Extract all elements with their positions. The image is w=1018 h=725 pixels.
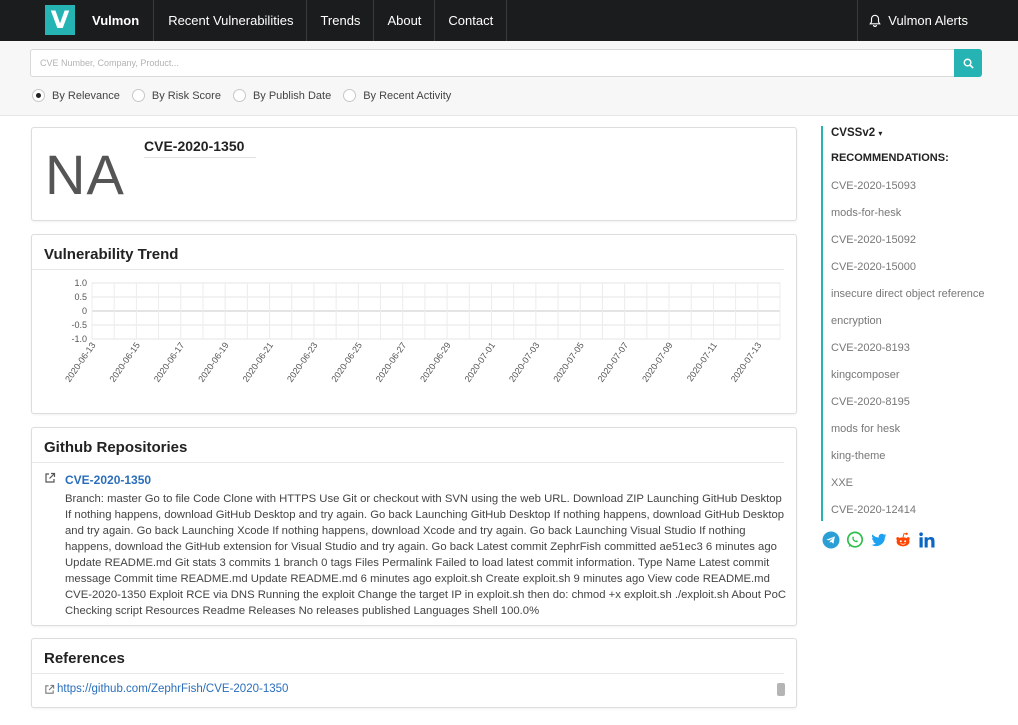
- recommendation-item[interactable]: CVE-2020-8195: [831, 395, 984, 422]
- radio-unselected[interactable]: [131, 89, 145, 102]
- recommendations-list: CVE-2020-15093 mods-for-hesk CVE-2020-1509…: [831, 179, 984, 530]
- radio-selected[interactable]: [32, 89, 45, 102]
- caret-down-icon: ▾: [878, 129, 883, 138]
- nav-trends[interactable]: Trends: [307, 0, 375, 41]
- nav-contact[interactable]: Contact: [435, 0, 508, 41]
- repo-link[interactable]: CVE-2020-1350: [65, 473, 151, 487]
- sort-options: By Relevance By Risk Score By Publish Da…: [32, 89, 463, 102]
- vulnerability-trend-card: Vulnerability Trend 1.0 0.5 0 -0.5 -1.0 2020-…: [31, 234, 797, 414]
- recommendation-item[interactable]: encryption: [831, 314, 984, 341]
- recommendation-item[interactable]: XXE: [831, 476, 984, 503]
- search-button[interactable]: [954, 49, 982, 77]
- x-tick-label: 2020-06-15: [107, 340, 142, 383]
- recommendation-item[interactable]: CVE-2020-8193: [831, 341, 984, 368]
- x-tick-label: 2020-06-17: [152, 340, 187, 383]
- x-tick-label: 2020-06-23: [285, 340, 320, 383]
- external-link-icon: [45, 472, 56, 483]
- external-link-icon: [45, 684, 55, 694]
- nav-recent-vulnerabilities[interactable]: Recent Vulnerabilities: [154, 0, 308, 41]
- recommendation-item[interactable]: CVE-2020-15093: [831, 179, 984, 206]
- recommendation-item[interactable]: CVE-2020-15000: [831, 260, 984, 287]
- references-card: References https://github.com/ZephrFish/…: [31, 638, 797, 708]
- x-tick-label: 2020-06-13: [63, 340, 98, 383]
- vulmon-alerts-link[interactable]: Vulmon Alerts: [857, 0, 1018, 41]
- x-tick-label: 2020-06-25: [329, 340, 364, 383]
- y-tick-label: 0: [82, 306, 87, 316]
- twitter-icon[interactable]: [870, 531, 888, 549]
- bell-icon: [869, 14, 882, 27]
- sort-label: By Publish Date: [252, 89, 332, 102]
- sort-by-recent-activity[interactable]: By Recent Activity: [343, 89, 451, 102]
- sort-label: By Recent Activity: [363, 89, 452, 102]
- reddit-icon[interactable]: [894, 531, 912, 549]
- x-tick-label: 2020-06-19: [196, 340, 231, 383]
- alerts-label: Vulmon Alerts: [888, 13, 968, 28]
- top-nav: V Vulmon Recent Vulnerabilities Trends A…: [0, 0, 1018, 41]
- trend-title: Vulnerability Trend: [32, 235, 784, 270]
- references-title: References: [32, 639, 784, 674]
- telegram-icon[interactable]: [822, 531, 840, 549]
- repo-description: Branch: master Go to file Code Clone wit…: [65, 493, 787, 617]
- search-icon: [963, 58, 974, 69]
- radio-unselected[interactable]: [232, 89, 246, 102]
- sort-by-publish-date[interactable]: By Publish Date: [232, 89, 332, 102]
- logo-letter: V: [50, 6, 70, 34]
- x-tick-label: 2020-06-27: [374, 340, 409, 383]
- search-area: By Relevance By Risk Score By Publish Da…: [0, 41, 1018, 116]
- whatsapp-icon[interactable]: [846, 531, 864, 549]
- brand-link[interactable]: Vulmon: [75, 0, 155, 41]
- sort-by-relevance[interactable]: By Relevance: [32, 89, 120, 102]
- sort-label: By Relevance: [52, 89, 120, 102]
- recommendations-heading: RECOMMENDATIONS:: [831, 152, 949, 164]
- x-tick-label: 2020-07-09: [640, 340, 675, 383]
- share-icons: [822, 531, 936, 549]
- github-repositories-card: Github Repositories CVE-2020-1350 Branch…: [31, 427, 797, 626]
- reference-entry: https://github.com/ZephrFish/CVE-2020-13…: [44, 683, 288, 695]
- x-tick-label: 2020-07-03: [507, 340, 542, 383]
- y-tick-label: -0.5: [71, 320, 87, 330]
- recommendation-item[interactable]: kingcomposer: [831, 368, 984, 395]
- y-tick-label: 1.0: [74, 278, 87, 288]
- trend-chart: 1.0 0.5 0 -0.5 -1.02020-06-13 2020-06-15 2020-…: [63, 278, 781, 384]
- y-tick-label: -1.0: [71, 334, 87, 344]
- search-input[interactable]: [30, 49, 955, 77]
- recommendation-item[interactable]: CVE-2020-15092: [831, 233, 984, 260]
- github-title: Github Repositories: [32, 428, 784, 463]
- x-tick-label: 2020-07-11: [685, 340, 719, 383]
- linkedin-icon[interactable]: [918, 531, 936, 549]
- x-tick-label: 2020-07-07: [596, 340, 631, 383]
- repo-entry: CVE-2020-1350 Branch: master Go to file …: [44, 471, 786, 619]
- reference-link[interactable]: https://github.com/ZephrFish/CVE-2020-13…: [57, 683, 288, 695]
- y-tick-label: 0.5: [74, 292, 87, 302]
- recommendation-item[interactable]: CVE-2020-12414: [831, 503, 984, 530]
- vulmon-logo[interactable]: V: [45, 5, 75, 35]
- vulnerability-header-card: NA CVE-2020-1350: [31, 127, 797, 221]
- radio-unselected[interactable]: [343, 89, 357, 102]
- recommendation-item[interactable]: insecure direct object reference: [831, 287, 984, 314]
- x-tick-label: 2020-07-01: [463, 340, 498, 383]
- cvss-label: CVSSv2: [831, 127, 876, 139]
- x-tick-label: 2020-07-05: [551, 340, 586, 383]
- scrollbar-thumb[interactable]: [777, 683, 785, 696]
- recommendations-sidebar: CVSSv2 ▾ RECOMMENDATIONS: CVE-2020-15093…: [821, 126, 1011, 521]
- cvss-dropdown[interactable]: CVSSv2 ▾: [831, 127, 882, 139]
- x-tick-label: 2020-06-29: [418, 340, 453, 383]
- sort-by-risk-score[interactable]: By Risk Score: [131, 89, 221, 102]
- cve-id-title: CVE-2020-1350: [144, 138, 256, 158]
- recommendation-item[interactable]: mods-for-hesk: [831, 206, 984, 233]
- sort-label: By Risk Score: [151, 89, 221, 102]
- nav-about[interactable]: About: [374, 0, 436, 41]
- risk-score: NA: [45, 143, 125, 206]
- x-tick-label: 2020-07-13: [729, 340, 764, 383]
- recommendation-item[interactable]: king-theme: [831, 449, 984, 476]
- recommendation-item[interactable]: mods for hesk: [831, 422, 984, 449]
- x-tick-label: 2020-06-21: [241, 340, 276, 383]
